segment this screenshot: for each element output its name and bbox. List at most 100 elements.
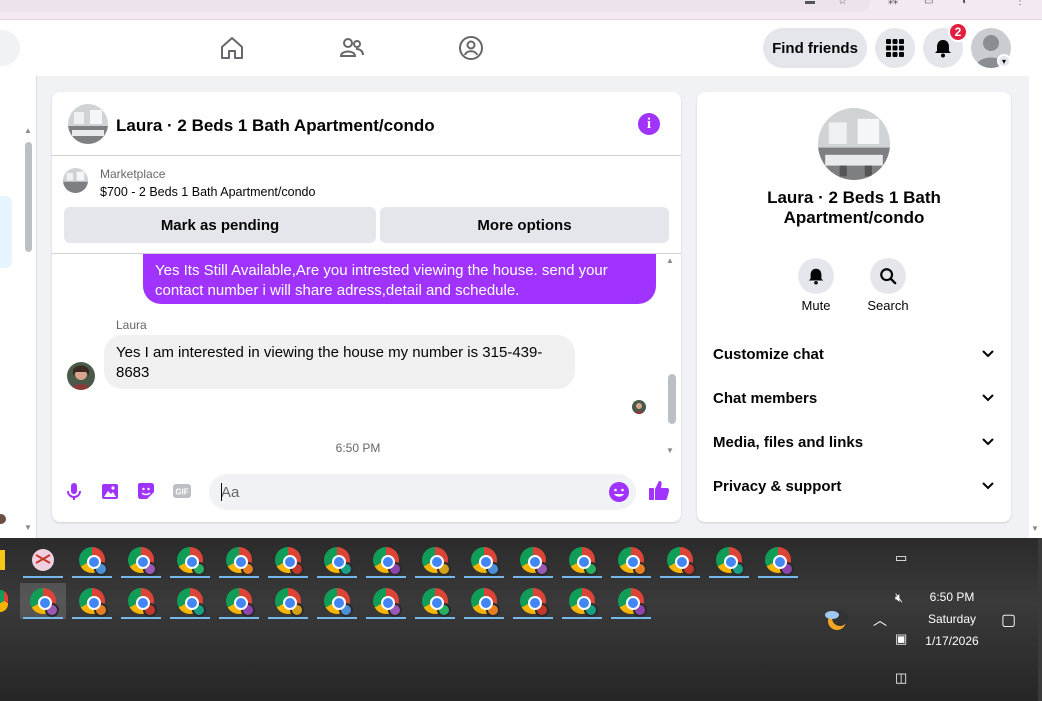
extensions-puzzle-icon[interactable]: ⁂	[888, 0, 900, 7]
clock-time[interactable]: 6:50 PM	[922, 590, 982, 604]
chrome-taskbar-icon[interactable]	[69, 542, 115, 578]
selected-conversation-highlight[interactable]	[0, 196, 12, 268]
meet-now-icon[interactable]: ◫	[895, 670, 907, 686]
chrome-taskbar-icon[interactable]	[510, 583, 556, 619]
chrome-taskbar-icon[interactable]	[706, 542, 752, 578]
chrome-taskbar-icon[interactable]	[167, 542, 213, 578]
profile-badge-icon	[45, 603, 59, 617]
clock-date[interactable]: 1/17/2026	[922, 634, 982, 648]
chrome-taskbar-icon[interactable]	[265, 583, 311, 619]
chrome-taskbar-icon[interactable]	[0, 590, 8, 612]
find-friends-button[interactable]: Find friends	[763, 28, 867, 68]
customize-chat-row[interactable]: Customize chat	[697, 332, 1011, 376]
chrome-taskbar-icon[interactable]	[510, 542, 556, 578]
search-box[interactable]	[0, 30, 20, 66]
incoming-message-bubble[interactable]: Yes I am interested in viewing the house…	[104, 335, 575, 389]
listing-thumbnail[interactable]	[63, 168, 88, 193]
media-files-links-row[interactable]: Media, files and links	[697, 420, 1011, 464]
thumbs-up-icon[interactable]	[647, 478, 671, 502]
weather-moon-cloud-icon	[825, 610, 848, 630]
microphone-icon[interactable]	[63, 480, 85, 502]
sticker-icon[interactable]	[135, 480, 157, 502]
menu-button[interactable]	[875, 28, 915, 68]
home-icon[interactable]	[219, 35, 245, 61]
mark-as-pending-button[interactable]: Mark as pending	[64, 207, 376, 243]
chat-avatar[interactable]	[68, 104, 108, 144]
chrome-taskbar-icon[interactable]	[118, 583, 164, 619]
photo-gallery-icon[interactable]	[99, 480, 121, 502]
chrome-taskbar-icon[interactable]	[363, 583, 409, 619]
info-icon[interactable]: i	[638, 113, 660, 135]
chrome-taskbar-icon[interactable]	[559, 583, 605, 619]
outgoing-message-bubble[interactable]: Yes Its Still Available,Are you intreste…	[143, 254, 656, 304]
notification-center-icon[interactable]: ▢	[1001, 610, 1016, 630]
chrome-taskbar-icon[interactable]	[559, 542, 605, 578]
chrome-taskbar-icon[interactable]	[608, 542, 654, 578]
chrome-taskbar-icon[interactable]	[265, 542, 311, 578]
chrome-taskbar-icon[interactable]	[216, 583, 262, 619]
chat-members-row[interactable]: Chat members	[697, 376, 1011, 420]
scroll-up-arrow-icon[interactable]: ▲	[666, 256, 674, 265]
running-indicator	[366, 617, 406, 619]
chrome-taskbar-icon[interactable]	[167, 583, 213, 619]
emoji-icon[interactable]	[608, 481, 630, 503]
file-explorer-taskbar-icon[interactable]	[0, 550, 5, 570]
chrome-taskbar-icon[interactable]	[461, 583, 507, 619]
clock-day[interactable]: Saturday	[922, 612, 982, 626]
sender-avatar[interactable]	[67, 362, 95, 390]
chrome-taskbar-icon[interactable]	[608, 583, 654, 619]
chrome-taskbar-icon[interactable]	[412, 583, 458, 619]
chrome-taskbar-icon[interactable]	[118, 542, 164, 578]
scroll-down-arrow-icon[interactable]: ▼	[24, 523, 32, 532]
listing-price-title[interactable]: $700 - 2 Beds 1 Bath Apartment/condo	[100, 185, 315, 199]
chrome-taskbar-icon[interactable]	[314, 583, 360, 619]
extension-icon[interactable]: ▬	[805, 0, 817, 7]
chrome-taskbar-icon[interactable]	[657, 542, 703, 578]
chrome-icon	[667, 547, 696, 576]
bookmark-star-icon[interactable]: ☆	[838, 0, 850, 7]
running-indicator	[23, 576, 63, 578]
speaker-muted-icon[interactable]: 🔇︎	[895, 590, 903, 606]
search-in-conversation-button[interactable]	[870, 258, 906, 294]
snipping-tool-taskbar-icon[interactable]	[20, 542, 66, 578]
browser-menu-icon[interactable]: ⋮	[1015, 0, 1027, 7]
scroll-down-arrow-icon[interactable]: ▼	[666, 446, 674, 455]
show-hidden-icons-chevron-icon[interactable]: ︿	[873, 610, 887, 630]
groups-icon[interactable]	[458, 35, 484, 61]
chrome-taskbar-icon[interactable]	[69, 583, 115, 619]
chat-title[interactable]: Laura · 2 Beds 1 Bath Apartment/condo	[116, 116, 435, 136]
chrome-taskbar-icon[interactable]	[755, 542, 801, 578]
chrome-taskbar-icon[interactable]	[412, 542, 458, 578]
chevron-down-icon[interactable]: ▾	[997, 54, 1011, 68]
friends-icon[interactable]	[339, 35, 365, 61]
show-desktop-button[interactable]	[1038, 538, 1042, 701]
message-input[interactable]	[209, 474, 636, 510]
scroll-down-arrow-icon[interactable]: ▼	[1031, 524, 1039, 533]
conversation-avatar[interactable]	[0, 514, 6, 524]
main-content: ▲ ▼ Laura · 2 Beds 1 Bath Apartment/cond…	[0, 76, 1042, 538]
running-indicator	[758, 576, 798, 578]
chrome-taskbar-icon[interactable]	[20, 583, 66, 619]
address-bar[interactable]	[0, 0, 870, 12]
chrome-taskbar-icon[interactable]	[461, 542, 507, 578]
network-icon[interactable]: ▣	[895, 631, 907, 647]
chrome-taskbar-icon[interactable]	[216, 542, 262, 578]
chrome-taskbar-icon[interactable]	[363, 542, 409, 578]
battery-icon[interactable]: ▭	[895, 550, 907, 566]
weather-icon[interactable]	[822, 606, 848, 632]
chevron-down-icon	[982, 482, 994, 490]
conversation-avatar-large[interactable]	[818, 108, 890, 180]
scroll-up-arrow-icon[interactable]: ▲	[24, 126, 32, 135]
privacy-support-row[interactable]: Privacy & support	[697, 464, 1011, 508]
sidepanel-icon[interactable]: ▭	[924, 0, 936, 7]
gif-icon[interactable]: GIF	[171, 480, 193, 502]
profile-badge-icon	[682, 562, 696, 576]
messages-scrollbar[interactable]	[668, 374, 676, 424]
profile-icon[interactable]: ◐	[962, 0, 974, 7]
more-options-button[interactable]: More options	[380, 207, 669, 243]
profile-badge-icon	[535, 603, 549, 617]
chrome-taskbar-icon[interactable]	[314, 542, 360, 578]
page-scrollbar[interactable]: ▼	[1029, 76, 1042, 538]
sidebar-scrollbar[interactable]	[25, 142, 32, 252]
mute-button[interactable]	[798, 258, 834, 294]
